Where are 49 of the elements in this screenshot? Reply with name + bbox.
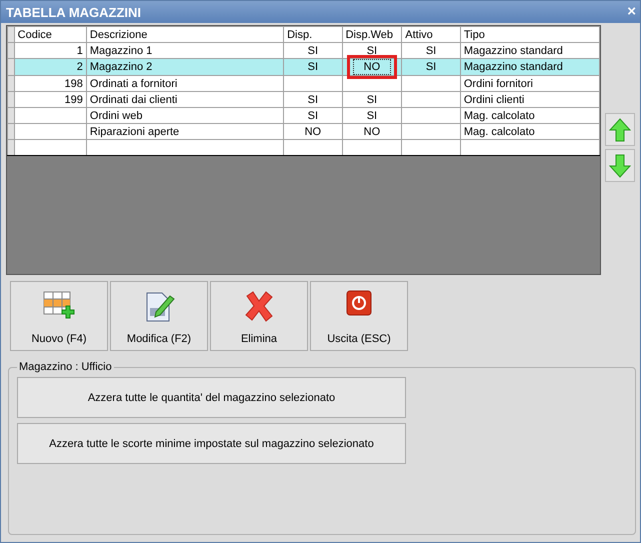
move-down-button[interactable] bbox=[605, 149, 635, 182]
table-cell: Riparazioni aperte bbox=[90, 126, 180, 138]
table-cell: 1 bbox=[76, 44, 83, 56]
reset-button[interactable]: Azzera tutte le quantita' del magazzino selezionato bbox=[17, 377, 406, 418]
column-header[interactable]: Disp. bbox=[284, 26, 342, 42]
column-header[interactable]: Disp.Web bbox=[342, 26, 402, 42]
exit-button[interactable]: Uscita (ESC) bbox=[310, 281, 408, 351]
up-arrow-icon bbox=[609, 118, 631, 142]
window-title: TABELLA MAGAZZINI bbox=[6, 4, 142, 20]
table-cell: 199 bbox=[64, 94, 83, 106]
table-cell: SI bbox=[308, 61, 318, 73]
column-header[interactable]: Attivo bbox=[402, 26, 460, 42]
move-up-button[interactable] bbox=[605, 113, 635, 146]
table-cell: SI bbox=[366, 44, 378, 56]
table-cell: SI bbox=[366, 94, 378, 106]
table-cell: 198 bbox=[64, 78, 83, 90]
group-title: Magazzino : Ufficio bbox=[18, 361, 113, 373]
table-cell: NO bbox=[364, 126, 380, 138]
table-cell: Mag. calcolato bbox=[464, 126, 535, 138]
table-cell: SI bbox=[308, 44, 318, 56]
reset-button[interactable]: Azzera tutte le scorte minime impostate sul magazzino selezionato bbox=[17, 423, 406, 464]
column-header[interactable]: Descrizione bbox=[86, 26, 284, 42]
down-arrow-icon bbox=[609, 154, 631, 178]
table-cell: NO bbox=[304, 126, 322, 138]
new-button[interactable]: Nuovo (F4) bbox=[10, 281, 108, 351]
table-cell: Magazzino 1 bbox=[90, 44, 152, 56]
column-header[interactable]: Codice bbox=[14, 26, 86, 42]
table-cell: Ordini web bbox=[90, 110, 142, 122]
table-cell: SI bbox=[426, 44, 436, 56]
delete-icon bbox=[243, 290, 275, 322]
column-header[interactable]: Tipo bbox=[460, 26, 600, 42]
table-cell: Ordinati dai clienti bbox=[90, 94, 178, 106]
table-cell: 2 bbox=[76, 61, 83, 73]
table-cell: NO bbox=[352, 59, 391, 75]
table-cell: Magazzino standard bbox=[464, 44, 563, 56]
power-icon bbox=[346, 290, 372, 316]
delete-button[interactable]: Elimina bbox=[210, 281, 308, 351]
table-cell: SI bbox=[426, 61, 436, 73]
edit-button[interactable]: Modifica (F2) bbox=[110, 281, 208, 351]
table-cell: Ordini clienti bbox=[464, 94, 524, 106]
table-cell: Mag. calcolato bbox=[464, 110, 535, 122]
table-cell: Magazzino 2 bbox=[90, 61, 152, 73]
table-cell: SI bbox=[366, 110, 378, 122]
table-cell: SI bbox=[308, 110, 318, 122]
table-cell: Magazzino standard bbox=[464, 61, 563, 73]
table-cell: Ordinati a fornitori bbox=[90, 78, 178, 90]
table-cell: Ordini fornitori bbox=[464, 78, 533, 90]
table-add-icon bbox=[42, 290, 76, 320]
table-cell: SI bbox=[308, 94, 318, 106]
